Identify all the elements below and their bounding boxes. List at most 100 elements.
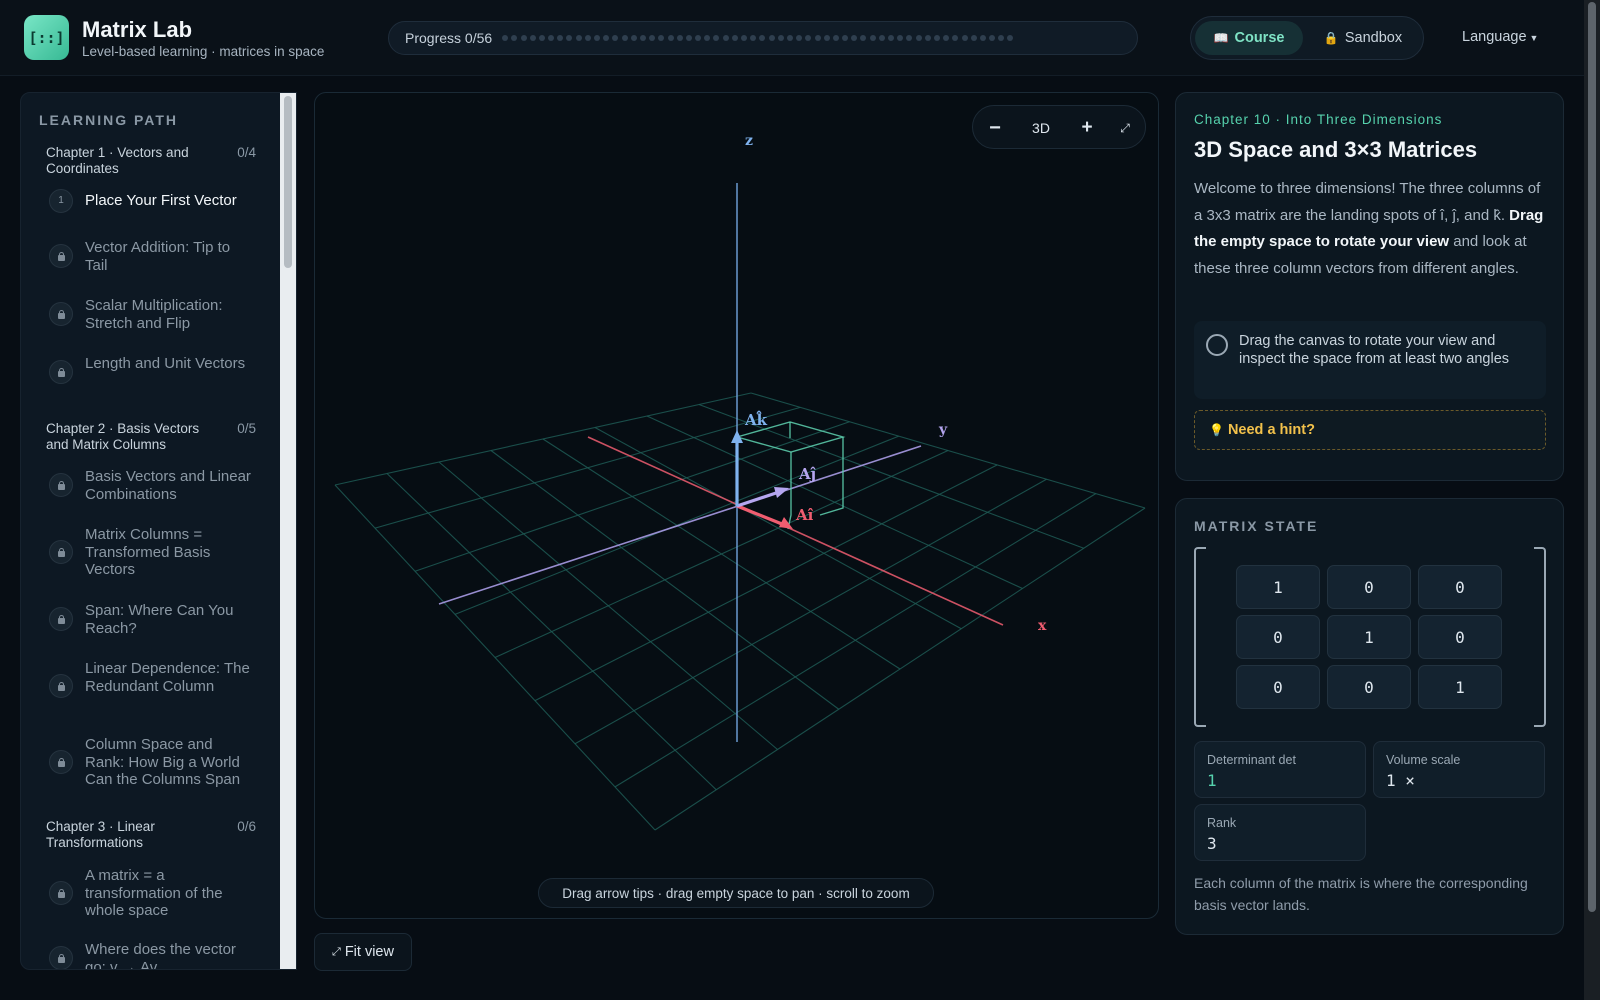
x-axis-line	[587, 436, 1004, 626]
lesson-label: Vector Addition: Tip to Tail	[85, 239, 231, 274]
lesson-label: Column Space and Rank: How Big a World C…	[85, 736, 241, 788]
matrix-cell[interactable]: 1	[1236, 565, 1320, 609]
y-axis-line	[438, 445, 922, 605]
view-controls: − 3D + ⤢	[972, 105, 1146, 149]
fit-view-label: Fit view	[344, 944, 394, 960]
mode-switch: 📖 Course 🔒 Sandbox	[1190, 16, 1424, 60]
progress-dot	[621, 35, 628, 41]
task-checkbox[interactable]	[1206, 334, 1228, 356]
progress-dot	[915, 35, 922, 41]
grid-line	[654, 507, 1146, 831]
progress-dot	[943, 35, 950, 41]
matrix-state-panel: MATRIX STATE 1 0 0 0 1 0 0 0 1 Determina…	[1175, 498, 1564, 935]
progress-dot	[658, 35, 665, 41]
tab-sandbox[interactable]: 🔒 Sandbox	[1307, 21, 1419, 55]
tab-course[interactable]: 📖 Course	[1195, 21, 1303, 55]
progress-dot	[768, 35, 775, 41]
hint-button[interactable]: 💡 Need a hint?	[1194, 410, 1546, 450]
rank-stat: Rank 3	[1194, 804, 1366, 861]
lesson-card: Chapter 10 · Into Three Dimensions 3D Sp…	[1175, 92, 1564, 481]
matrix-cell[interactable]: 0	[1418, 615, 1502, 659]
chapter-header[interactable]: Chapter 3 · Linear Transformations 0/6	[46, 819, 256, 851]
determinant-value: 1	[1207, 771, 1217, 790]
vector-ai[interactable]	[736, 504, 788, 528]
progress-bar: Progress 0/56	[388, 21, 1138, 55]
matrix-cell[interactable]: 1	[1418, 665, 1502, 709]
language-menu-button[interactable]: Language ▼	[1462, 29, 1538, 45]
lesson-label: Scalar Multiplication: Stretch and Flip	[85, 297, 223, 332]
lesson-body-intro: Welcome to three dimensions! The three c…	[1194, 180, 1541, 224]
logo-icon: [::]	[24, 15, 69, 60]
scene-3d[interactable]: Aî Aĵ Ak̂ x y z	[315, 93, 1159, 919]
zoom-out-button[interactable]: −	[981, 106, 1009, 150]
matrix-cell[interactable]: 0	[1236, 665, 1320, 709]
progress-dot	[667, 35, 674, 41]
task-text: Drag the canvas to rotate your view and …	[1239, 333, 1510, 367]
progress-dot	[750, 35, 757, 41]
lock-icon: 🔒	[1323, 31, 1339, 45]
progress-dot	[520, 35, 527, 41]
matrix-cell[interactable]: 0	[1327, 665, 1411, 709]
lesson-label: Basis Vectors and Linear Combinations	[85, 468, 251, 503]
tab-course-label: Course	[1234, 30, 1285, 46]
progress-dot	[869, 35, 876, 41]
sidebar-scrollbar-thumb[interactable]	[284, 96, 292, 268]
hint-label: Need a hint?	[1227, 422, 1315, 438]
grid-line	[594, 427, 962, 630]
matrix-cell[interactable]: 1	[1327, 615, 1411, 659]
canvas-hint: Drag arrow tips · drag empty space to pa…	[538, 878, 934, 908]
y-axis-label: y	[938, 422, 948, 438]
fit-view-button[interactable]: ⤢ Fit view	[314, 933, 412, 971]
progress-dot	[557, 35, 564, 41]
app-title: Matrix Lab	[82, 17, 193, 42]
z-axis-label: z	[745, 133, 753, 149]
page-scrollbar[interactable]	[1584, 0, 1600, 1000]
progress-dot	[842, 35, 849, 41]
fullscreen-icon[interactable]: ⤢	[1111, 106, 1139, 150]
progress-dot	[695, 35, 702, 41]
chapter-count: 0/6	[237, 819, 256, 834]
lesson-title: 3D Space and 3×3 Matrices	[1194, 137, 1478, 162]
progress-dot	[970, 35, 977, 41]
progress-dot	[897, 35, 904, 41]
matrix-state-heading: MATRIX STATE	[1194, 518, 1319, 534]
lock-icon	[49, 302, 73, 326]
progress-dot	[566, 35, 573, 41]
view-mode-toggle[interactable]: 3D	[1021, 106, 1061, 150]
progress-dot	[888, 35, 895, 41]
ground-grid	[334, 392, 1146, 831]
progress-dot	[796, 35, 803, 41]
progress-dot	[511, 35, 518, 41]
rank-label: Rank	[1207, 816, 1237, 830]
lock-icon	[49, 540, 73, 564]
sidebar-scrollbar[interactable]	[280, 93, 296, 969]
language-label: Language	[1462, 29, 1527, 45]
progress-dot	[529, 35, 536, 41]
progress-dot	[1007, 35, 1014, 41]
sidebar-heading: LEARNING PATH	[39, 112, 179, 128]
lock-icon	[49, 946, 73, 969]
progress-dot	[548, 35, 555, 41]
matrix-cell[interactable]: 0	[1236, 615, 1320, 659]
chapter-header[interactable]: Chapter 2 · Basis Vectors and Matrix Col…	[46, 421, 256, 453]
grid-line	[494, 449, 949, 659]
vector-ai-label: Aî	[795, 506, 814, 524]
matrix-bracket-left	[1194, 547, 1206, 727]
matrix-note: Each column of the matrix is where the c…	[1194, 875, 1528, 913]
progress-dot	[759, 35, 766, 41]
lesson-label: Matrix Columns = Transformed Basis Vecto…	[85, 526, 211, 578]
app-header: [::] Matrix Lab Level-based learning · m…	[0, 0, 1584, 76]
chapter-title: Chapter 3 · Linear Transformations	[46, 819, 155, 850]
axes	[438, 183, 1004, 742]
learning-path-sidebar: LEARNING PATH Chapter 1 · Vectors and Co…	[20, 92, 297, 970]
page-scrollbar-thumb[interactable]	[1588, 2, 1596, 912]
viewport-canvas[interactable]: Aî Aĵ Ak̂ x y z	[314, 92, 1159, 919]
matrix-cell[interactable]: 0	[1418, 565, 1502, 609]
progress-dot	[979, 35, 986, 41]
zoom-in-button[interactable]: +	[1073, 106, 1101, 150]
matrix-cell[interactable]: 0	[1327, 565, 1411, 609]
progress-dots	[502, 35, 1014, 41]
chapter-header[interactable]: Chapter 1 · Vectors and Coordinates 0/4	[46, 145, 256, 177]
progress-dot	[851, 35, 858, 41]
vector-aj-tip[interactable]	[774, 487, 789, 498]
